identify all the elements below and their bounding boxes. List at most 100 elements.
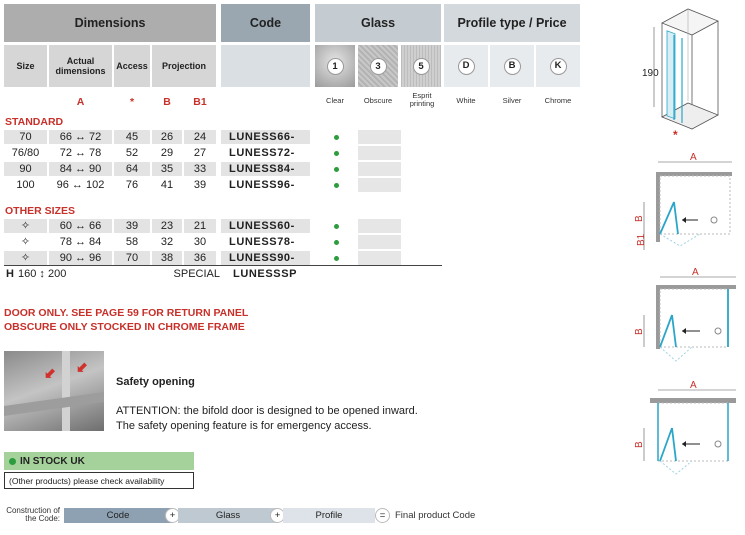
glass-caption-obscure: Obscure (363, 96, 393, 105)
available-dot-icon (334, 223, 339, 229)
cell-code: LUNESS66- (221, 130, 310, 144)
dim-b: B (634, 328, 645, 335)
cell-b: 29 (152, 146, 182, 160)
cell-access: 70 (114, 251, 150, 265)
arrow-down-icon: ⬋ (44, 365, 56, 381)
construction-profile: Profile (283, 508, 375, 523)
other-products-note: (Other products) please check availabili… (4, 472, 194, 489)
safety-opening-photo: ⬋ ⬋ (4, 351, 104, 431)
subheader-code-blank (221, 45, 310, 87)
available-dot-icon (334, 166, 339, 172)
dim-a: A (690, 152, 697, 163)
profile-caption-chrome: Chrome (544, 96, 572, 105)
table-row: ✧ 78 ↔ 84 58 32 30 LUNESS78- (4, 235, 442, 249)
profile-swatch-chrome: K (536, 45, 580, 87)
available-dot-icon (334, 150, 339, 156)
note-door-only: DOOR ONLY. SEE PAGE 59 FOR RETURN PANEL (4, 307, 249, 319)
profile-swatch-white: D (444, 45, 488, 87)
cell-access: 76 (114, 178, 150, 192)
in-stock-badge: IN STOCK UK (4, 452, 194, 470)
cell-code: LUNESS60- (221, 219, 310, 233)
cell-actual: 66 ↔ 72 (49, 130, 112, 144)
table-row: 76/80 72 ↔ 78 52 29 27 LUNESS72- (4, 146, 442, 160)
header-profile: Profile type / Price (444, 4, 580, 42)
construction-label: Construction of the Code: (6, 506, 60, 524)
cell-access: 39 (114, 219, 150, 233)
note-obscure-stock: OBSCURE ONLY STOCKED IN CHROME FRAME (4, 321, 245, 333)
construction-glass: Glass (178, 508, 278, 523)
special-label: SPECIAL (173, 268, 220, 280)
obscure-cell (358, 219, 401, 233)
profile-letter: B (503, 57, 521, 75)
col-letter-a: A (76, 96, 85, 108)
table-row: 70 66 ↔ 72 45 26 24 LUNESS66- (4, 130, 442, 144)
glass-caption-clear: Clear (326, 96, 344, 105)
cell-b: 23 (152, 219, 182, 233)
dim-a: A (690, 380, 697, 391)
profile-letter: K (549, 57, 567, 75)
photo-frame-base (4, 391, 104, 417)
cell-b: 38 (152, 251, 182, 265)
subheader-size: Size (4, 45, 47, 87)
glass-number: 1 (326, 57, 344, 75)
cell-size: 100 (4, 178, 47, 192)
cell-b: 35 (152, 162, 182, 176)
cell-access: 64 (114, 162, 150, 176)
cell-code: LUNESS72- (221, 146, 310, 160)
stock-dot-icon (9, 457, 16, 465)
section-standard: STANDARD (5, 116, 64, 128)
obscure-cell (358, 146, 401, 160)
cell-actual: 72 ↔ 78 (49, 146, 112, 160)
subheader-actual: Actual dimensions (49, 45, 112, 87)
section-other-sizes: OTHER SIZES (5, 205, 76, 217)
cell-actual: 90 ↔ 96 (49, 251, 112, 265)
dim-b: B (634, 441, 645, 448)
plan-diagram-3: A B (634, 380, 736, 475)
col-letter-access: * (129, 96, 135, 108)
cell-b1: 21 (184, 219, 216, 233)
dim-b: B (634, 215, 645, 222)
cell-size: ✧ (4, 219, 47, 233)
dim-b1: B1 (636, 233, 647, 246)
cell-actual: 96 ↔ 102 (49, 178, 112, 192)
cell-access: 45 (114, 130, 150, 144)
obscure-cell (358, 162, 401, 176)
cell-actual: 84 ↔ 90 (49, 162, 112, 176)
table-row: 90 84 ↔ 90 64 35 33 LUNESS84- (4, 162, 442, 176)
available-dot-icon (334, 134, 339, 140)
cell-size: 76/80 (4, 146, 47, 160)
cell-b1: 27 (184, 146, 216, 160)
access-marker: * (673, 128, 678, 140)
equals-icon: = (375, 508, 390, 523)
header-glass: Glass (315, 4, 441, 42)
safety-text-2: The safety opening feature is for emerge… (116, 420, 372, 432)
glass-number: 3 (369, 57, 387, 75)
safety-title: Safety opening (116, 376, 195, 388)
available-dot-icon (334, 239, 339, 245)
obscure-cell (358, 130, 401, 144)
available-dot-icon (334, 255, 339, 261)
cell-size: 70 (4, 130, 47, 144)
subheader-access: Access (114, 45, 150, 87)
cell-access: 58 (114, 235, 150, 249)
profile-letter: D (457, 57, 475, 75)
cell-code: LUNESS78- (221, 235, 310, 249)
dim-a: A (692, 267, 699, 278)
obscure-cell (358, 251, 401, 265)
cell-b1: 33 (184, 162, 216, 176)
plan-diagram-2: A B (634, 267, 736, 362)
height-range: 160 ↕ 200 (18, 268, 67, 280)
cell-actual: 60 ↔ 66 (49, 219, 112, 233)
glass-swatch-esprit: 5 (401, 45, 441, 87)
cell-size: ✧ (4, 251, 47, 265)
glass-swatch-obscure: 3 (358, 45, 398, 87)
in-stock-label: IN STOCK UK (20, 455, 85, 467)
arrow-down-icon: ⬋ (76, 359, 88, 375)
cell-actual: 78 ↔ 84 (49, 235, 112, 249)
cell-code: LUNESS90- (221, 251, 310, 265)
glass-number: 5 (412, 57, 430, 75)
profile-caption-white: White (456, 96, 476, 105)
header-code: Code (221, 4, 310, 42)
cell-b1: 30 (184, 235, 216, 249)
glass-caption-esprit: Esprit printing (409, 91, 435, 108)
